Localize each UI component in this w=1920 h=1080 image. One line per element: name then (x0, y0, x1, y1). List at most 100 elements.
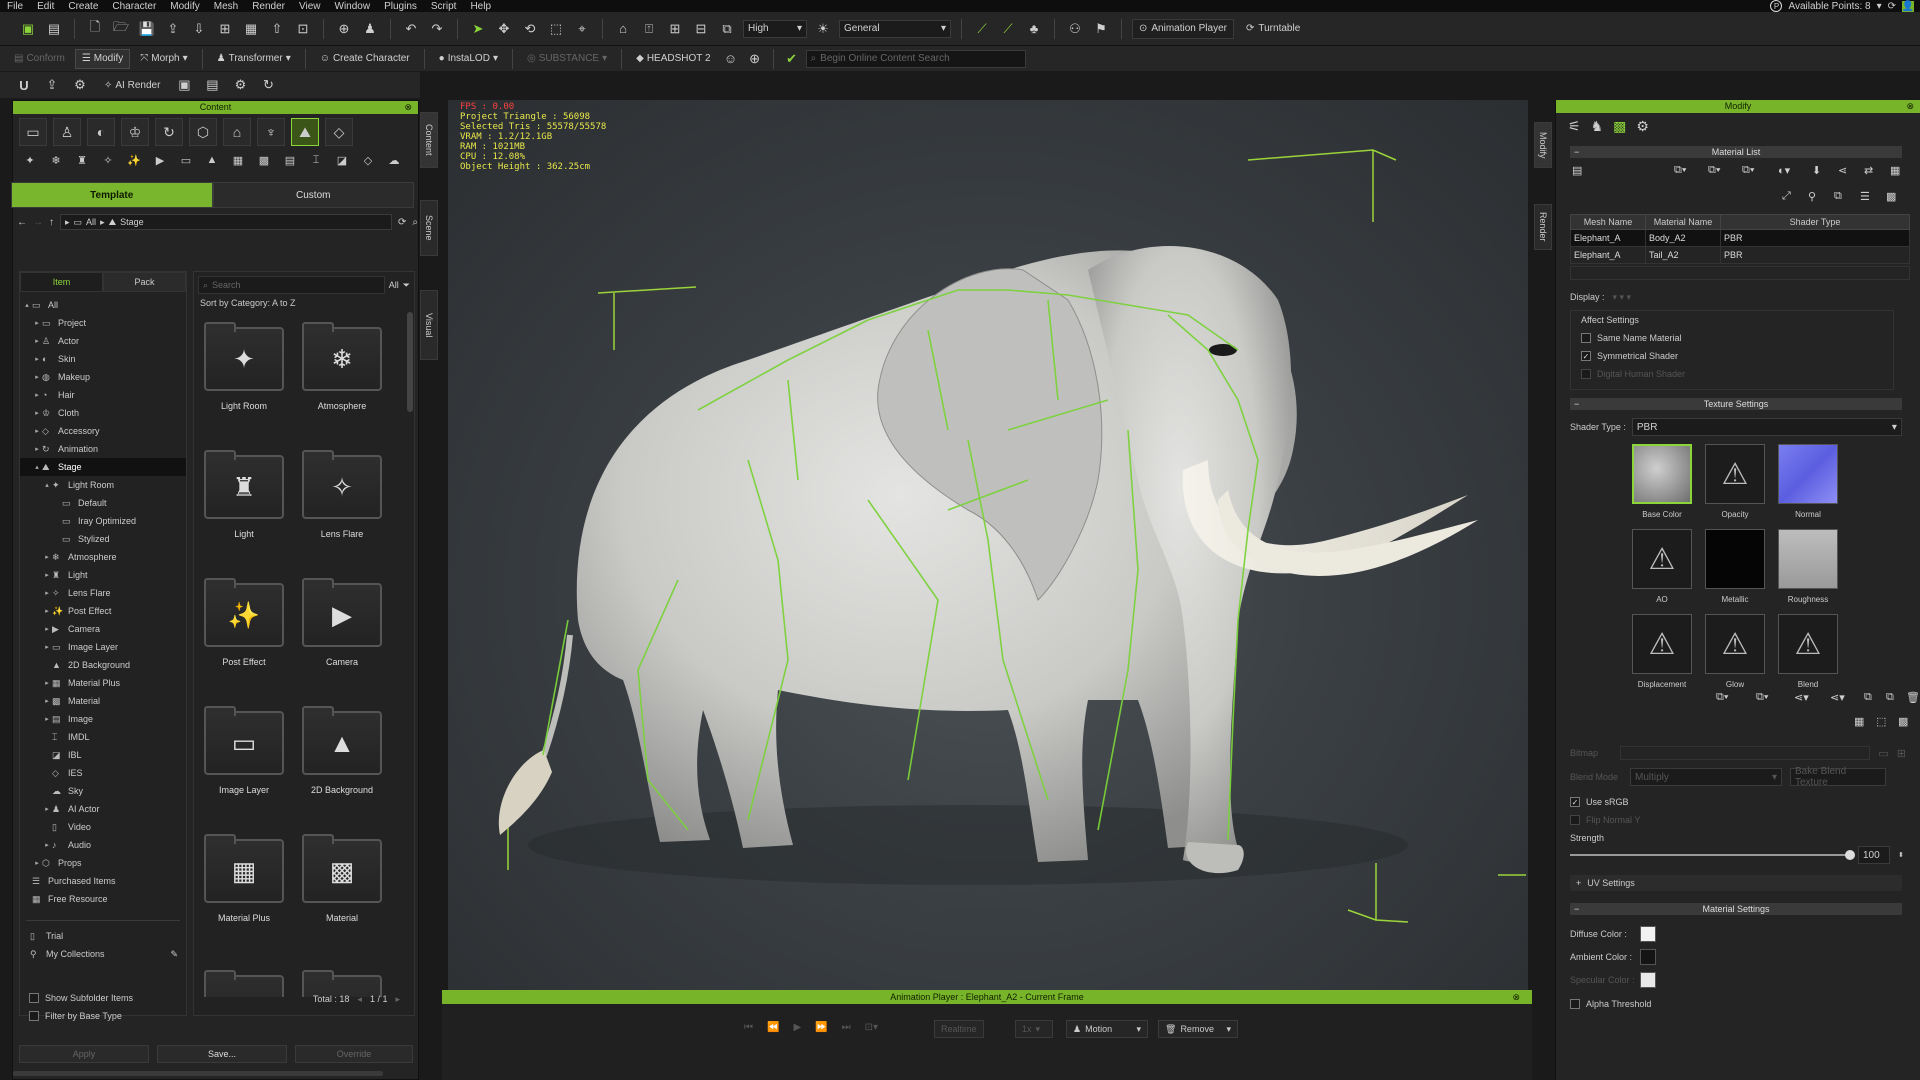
expand-arrow-icon[interactable]: ▸ (42, 715, 52, 723)
tree-item-ai-actor[interactable]: ▸ ♟ AI Actor (20, 800, 186, 818)
scrollbar[interactable] (407, 312, 413, 412)
checkbox-box[interactable] (1570, 999, 1580, 1009)
tree-item-image-layer[interactable]: ▸ ▭ Image Layer (20, 638, 186, 656)
people-icon[interactable]: ⚇ (1065, 19, 1085, 39)
expand-arrow-icon[interactable]: ▸ (32, 859, 42, 867)
image2-icon[interactable]: ▤ (202, 75, 222, 95)
tree-item-light-room[interactable]: ▴ ✦ Light Room (20, 476, 186, 494)
prop-category-icon[interactable]: ⬡ (189, 118, 217, 146)
checkbox-box[interactable]: ✓ (1581, 351, 1591, 361)
merge-icon[interactable]: ⊞ (215, 19, 235, 39)
grid-icon[interactable]: ⊞ (665, 19, 685, 39)
tree-item-post-effect[interactable]: ▸ ✨ Post Effect (20, 602, 186, 620)
tree-item-video[interactable]: ▯ Video (20, 818, 186, 836)
material-settings-header[interactable]: − Material Settings (1570, 903, 1902, 915)
content-tile-camera[interactable]: ▶ Camera (302, 578, 382, 667)
person-icon[interactable]: ♟ (360, 19, 380, 39)
diffuse-color-swatch[interactable] (1640, 926, 1656, 942)
substance-button[interactable]: ◎ SUBSTANCE ▾ (521, 49, 613, 69)
tree-item-makeup[interactable]: ▸ ◍ Makeup (20, 368, 186, 386)
menu-mesh[interactable]: Mesh (207, 1, 245, 12)
ai-render-button[interactable]: ✧ AI Render (98, 75, 166, 95)
close-icon[interactable]: ⊗ (404, 101, 412, 114)
list-icon[interactable]: ☰ (1860, 190, 1870, 203)
light-room-filter-icon[interactable]: ✦ (19, 150, 41, 170)
grid-icon[interactable]: ▦ (1854, 715, 1864, 728)
plugin-icon[interactable]: ✔ (782, 49, 802, 69)
back-arrow-icon[interactable]: ← (17, 217, 27, 228)
checkbox-box[interactable] (1570, 815, 1580, 825)
side-tab-visual[interactable]: Visual (420, 290, 438, 360)
texture-slot-normal[interactable]: Normal (1778, 444, 1838, 519)
import-icon[interactable]: ⇩ (189, 19, 209, 39)
shape-category-icon[interactable]: ◇ (325, 118, 353, 146)
content-tile-2d-background[interactable]: ▲ 2D Background (302, 706, 382, 795)
picker-icon[interactable]: ⤢ (1782, 190, 1791, 203)
material-tool-icon[interactable]: ◐▾ (1778, 164, 1790, 177)
save-button[interactable]: Save... (157, 1045, 287, 1063)
tree-item-imdl[interactable]: ⌶ IMDL (20, 728, 186, 746)
breadcrumb-all[interactable]: All (86, 217, 96, 227)
content-tile-light[interactable]: ♜ Light (204, 450, 284, 539)
material-tool-icon[interactable]: ▤ (1572, 164, 1582, 177)
use-srgb-checkbox[interactable]: ✓ Use sRGB (1556, 793, 1920, 811)
texture-settings-header[interactable]: − Texture Settings (1570, 398, 1902, 410)
content-tile-atmosphere[interactable]: ❄ Atmosphere (302, 322, 382, 411)
content-tile-partial[interactable] (204, 967, 284, 997)
ies-filter-icon[interactable]: ◇ (357, 150, 379, 170)
checkbox-box[interactable] (1581, 333, 1591, 343)
conform-button[interactable]: ▤ Conform (8, 49, 71, 69)
tree-item-2d-background[interactable]: ▲ 2D Background (20, 656, 186, 674)
copy-icon[interactable]: ⧉ (1864, 691, 1872, 704)
content-tile-material-plus[interactable]: ▦ Material Plus (204, 834, 284, 923)
move-icon[interactable]: ✥ (494, 19, 514, 39)
same-name-material-checkbox[interactable]: Same Name Material (1571, 329, 1893, 347)
texture-slot-base-color[interactable]: Base Color (1632, 444, 1692, 519)
settings-icon[interactable]: ⚙ (70, 75, 90, 95)
image-layer-filter-icon[interactable]: ▭ (175, 150, 197, 170)
up-arrow-icon[interactable]: ↑ (49, 217, 54, 228)
select-arrow-icon[interactable]: ➤ (468, 19, 488, 39)
checkbox-box[interactable]: ✓ (1570, 797, 1580, 807)
tree-item-stylized[interactable]: ▭ Stylized (20, 530, 186, 548)
expand-arrow-icon[interactable]: ▸ (32, 445, 42, 453)
turntable-button[interactable]: ⟳ Turntable (1240, 19, 1306, 39)
material-plus-filter-icon[interactable]: ▦ (227, 150, 249, 170)
open-folder-icon[interactable]: 🗁 (111, 19, 131, 39)
expand-arrow-icon[interactable]: ▸ (42, 607, 52, 615)
menu-character[interactable]: Character (105, 1, 163, 12)
spinner-icon[interactable]: ⬍ (1898, 851, 1904, 859)
post-effect-filter-icon[interactable]: ✨ (123, 150, 145, 170)
show-subfolder-checkbox[interactable]: Show Subfolder Items (19, 989, 133, 1007)
play-icon[interactable]: ▶ (793, 1022, 801, 1033)
sliders-icon[interactable]: ⚟ (1568, 118, 1581, 135)
strength-slider[interactable] (1570, 850, 1855, 860)
prev-page-icon[interactable]: ◂ (357, 994, 362, 1005)
tree-item-camera[interactable]: ▸ ▶ Camera (20, 620, 186, 638)
expand-arrow-icon[interactable]: ▸ (42, 679, 52, 687)
expand-arrow-icon[interactable]: ▸ (32, 337, 42, 345)
expand-arrow-icon[interactable]: ▸ (32, 319, 42, 327)
expand-arrow-icon[interactable]: ▸ (32, 391, 42, 399)
tree-item-my-collections[interactable]: ⚲ My Collections ✎ (20, 945, 186, 963)
material-tool-icon[interactable]: ▦ (1890, 164, 1900, 177)
tree-item-trial[interactable]: ▯ Trial (20, 927, 186, 945)
material-grid-icon[interactable]: ▩ (1613, 118, 1626, 135)
paste-icon[interactable]: ⧉ (1886, 691, 1894, 704)
expand-arrow-icon[interactable]: ▴ (32, 463, 42, 471)
breadcrumb[interactable]: ▸ ▭ All ▸ ⛰ Stage (60, 214, 392, 230)
tab-item[interactable]: Item (20, 272, 103, 292)
tree-item-ibl[interactable]: ◪ IBL (20, 746, 186, 764)
uv-settings-header[interactable]: + UV Settings (1570, 875, 1902, 891)
tree-item-project[interactable]: ▸ ▭ Project (20, 314, 186, 332)
new-file-icon[interactable]: 🗋 (85, 19, 105, 39)
project-category-icon[interactable]: ▭ (19, 118, 47, 146)
texture-slot-glow[interactable]: ⚠ Glow (1705, 614, 1765, 689)
user-icon[interactable]: 👤 (1902, 0, 1914, 12)
texture-slot-blend[interactable]: ⚠ Blend (1778, 614, 1838, 689)
expand-arrow-icon[interactable]: ▸ (42, 697, 52, 705)
morph-button[interactable]: ⤧ Morph ▾ (134, 49, 193, 69)
horizontal-scrollbar[interactable] (13, 1071, 383, 1076)
tree-item-all[interactable]: ▴ ▭ All (20, 296, 186, 314)
tree-item-cloth[interactable]: ▸ ♔ Cloth (20, 404, 186, 422)
